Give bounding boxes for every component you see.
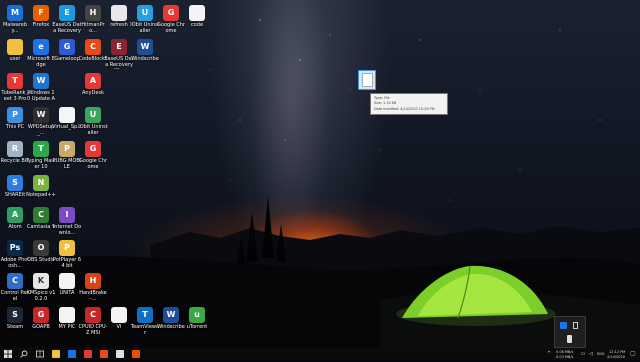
app-icon: K [33, 273, 49, 289]
app-icon [189, 5, 205, 21]
search-button[interactable] [18, 348, 30, 360]
app-icon: W [163, 307, 179, 323]
dragged-file-icon[interactable] [358, 70, 376, 90]
app-icon [7, 39, 23, 55]
app-icon: F [33, 5, 49, 21]
desktop-icon[interactable]: code [182, 3, 212, 47]
taskbar-app-app5[interactable] [116, 350, 124, 358]
desktop-icon-label: code [190, 22, 204, 28]
tray-overflow-chevron-icon[interactable]: ^ [544, 348, 554, 360]
app-icon: O [33, 240, 49, 256]
app-icon: R [7, 141, 23, 157]
tray-device-icon[interactable] [567, 335, 572, 343]
volume-icon[interactable]: ◁ [587, 348, 595, 360]
file-tooltip: Type: File Size: 1.34 KB Date modified: … [370, 93, 448, 115]
app-icon: W [33, 73, 49, 89]
app-icon: M [7, 5, 23, 21]
net-download-speed: 0.03 MB/s [556, 354, 574, 359]
windows-logo-icon [4, 350, 12, 358]
app-icon [111, 307, 127, 323]
app-icon: S [7, 307, 23, 323]
search-icon [20, 350, 28, 358]
network-icon[interactable]: ▭ [579, 348, 587, 360]
desktop-icon[interactable]: W Windscribe [130, 37, 160, 81]
app-icon: I [59, 207, 75, 223]
app-icon: E [111, 39, 127, 55]
app-icon: U [137, 5, 153, 21]
app-icon: C [7, 273, 23, 289]
app-icon: W [33, 107, 49, 123]
taskbar-app-codeblocks[interactable] [100, 350, 108, 358]
desktop-icon-label: PotPlayer 64 bit [52, 257, 82, 269]
taskbar-app-chrome[interactable] [84, 350, 92, 358]
app-icon: H [85, 273, 101, 289]
app-icon: C [85, 307, 101, 323]
desktop-icon-label: Google Chrome [79, 158, 107, 170]
app-icon: C [33, 207, 49, 223]
file-sheet-icon [362, 73, 373, 87]
app-icon [59, 273, 75, 289]
app-icon: P [7, 107, 23, 123]
tooltip-date-modified: Date modified: 4/14/2020 10:26 PM [374, 106, 435, 111]
app-icon: W [137, 39, 153, 55]
app-icon: A [85, 73, 101, 89]
desktop-icon-label: uTorrent [186, 324, 208, 330]
app-icon: E [59, 5, 75, 21]
desktop-icon-label: Notepad++ [26, 192, 56, 198]
start-button[interactable] [2, 348, 14, 360]
desktop-icon-label: Windscribe [131, 56, 159, 62]
app-icon: T [137, 307, 153, 323]
task-view-icon [36, 350, 44, 358]
app-icon: P [59, 141, 75, 157]
desktop-icon-label: IObit Uninstaller [78, 124, 108, 136]
desktop-icon-label: Internet Downlo... [52, 224, 82, 236]
desktop-icon-label: Windows 10 Update As... [27, 90, 55, 103]
app-icon [59, 107, 75, 123]
desktop-icon[interactable]: G Google Chrome [78, 139, 108, 183]
app-icon: H [85, 5, 101, 21]
app-icon: G [59, 39, 75, 55]
app-icon: u [189, 307, 205, 323]
app-icon: C [85, 39, 101, 55]
desktop-icon[interactable]: u uTorrent [182, 305, 212, 348]
app-icon: e [33, 39, 49, 55]
notifications-icon[interactable]: ▢ [629, 348, 637, 360]
app-icon: P [59, 240, 75, 256]
app-icon: N [33, 175, 49, 191]
desktop[interactable]: M Malwareby... F Firefox E EaseUS Data Recove… [0, 0, 640, 348]
app-icon: A [7, 207, 23, 223]
app-icon: U [85, 107, 101, 123]
app-icon: G [85, 141, 101, 157]
tray-overflow-popup [554, 316, 586, 348]
app-icon: T [33, 141, 49, 157]
tray-app-icon[interactable] [560, 322, 567, 329]
taskbar-app-app6[interactable] [132, 350, 140, 358]
taskbar: ^ 0.06 MB/s 0.03 MB/s ▭ ◁ ENG 12:12 PM 4… [0, 348, 640, 360]
desktop-icon-label: HandBrake-... [79, 290, 107, 302]
clock-date[interactable]: 4/14/2020 [607, 355, 625, 359]
app-icon [59, 307, 75, 323]
app-icon: Ps [7, 240, 23, 256]
app-icon: G [33, 307, 49, 323]
app-icon: G [163, 5, 179, 21]
app-icon: S [7, 175, 23, 191]
usb-device-icon[interactable] [573, 322, 578, 329]
language-indicator[interactable]: ENG [597, 352, 605, 356]
task-view-button[interactable] [34, 348, 46, 360]
taskbar-app-explorer[interactable] [52, 350, 60, 358]
desktop-icon-label: AnyDesk [82, 90, 104, 96]
app-icon: T [7, 73, 23, 89]
taskbar-app-edge[interactable] [68, 350, 76, 358]
app-icon [111, 5, 127, 21]
